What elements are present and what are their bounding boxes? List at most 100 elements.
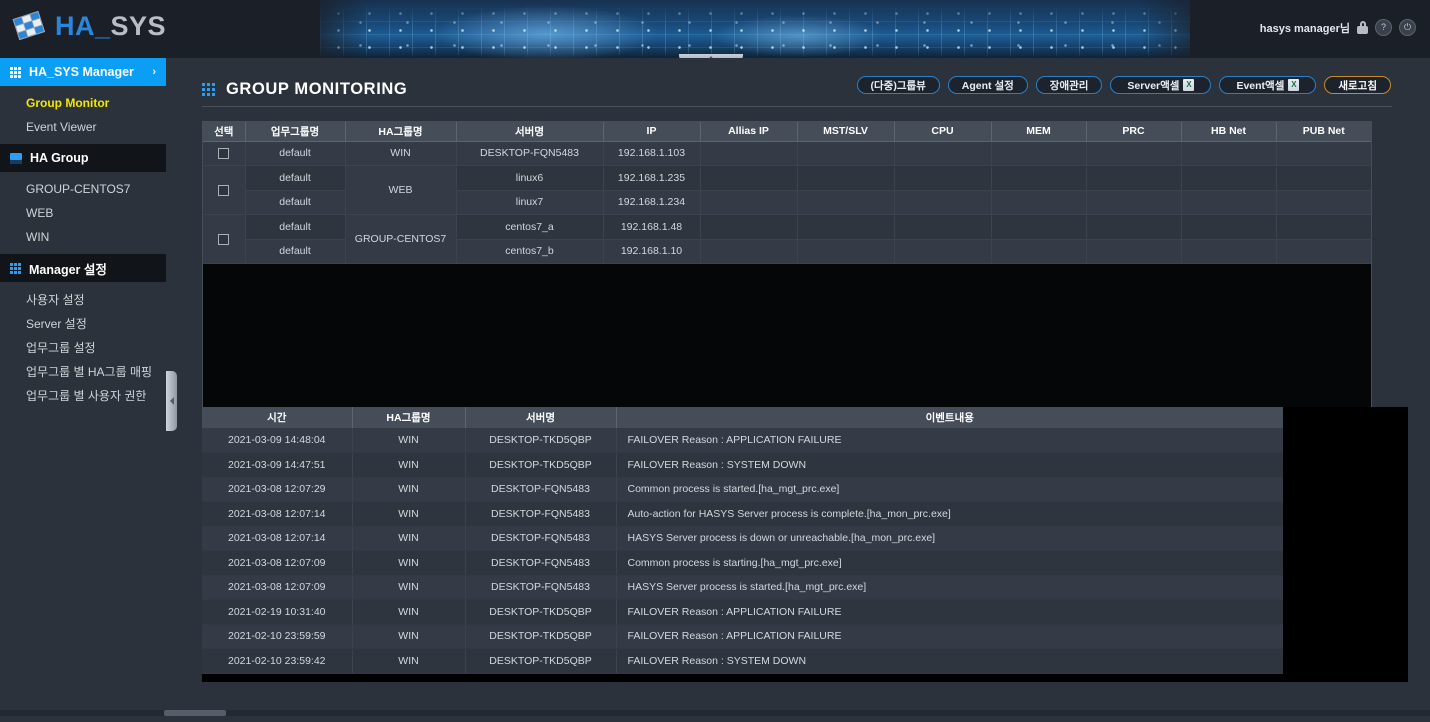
row-select-cell[interactable] — [203, 141, 246, 166]
page-title-row: GROUP MONITORING — [202, 80, 407, 99]
table-row[interactable]: 2021-03-09 14:48:04 WIN DESKTOP-TKD5QBP … — [202, 428, 1283, 453]
grid-icon — [10, 66, 21, 78]
cell-mst-slv — [797, 141, 895, 166]
col-allias-ip[interactable]: Allias IP — [700, 122, 798, 142]
cell-server: linux7 — [456, 190, 604, 215]
cell-server: DESKTOP-FQN5483 — [465, 575, 617, 600]
sidebar-item-event-viewer[interactable]: Event Viewer — [0, 115, 166, 139]
table-header-row: 시간 HA그룹명 서버명 이벤트내용 — [202, 407, 1283, 428]
cell-time: 2021-03-08 12:07:29 — [202, 477, 353, 502]
banner-fade-right — [1140, 0, 1220, 58]
row-checkbox[interactable] — [218, 233, 230, 245]
col-select[interactable]: 선택 — [203, 122, 246, 142]
sidebar-item-user-settings[interactable]: 사용자 설정 — [0, 287, 166, 311]
table-row[interactable]: default GROUP-CENTOS7 centos7_a 192.168.… — [203, 214, 1371, 264]
table-row[interactable]: default WIN DESKTOP-FQN5483 192.168.1.10… — [203, 141, 1371, 166]
cell-ha-group: GROUP-CENTOS7 — [345, 214, 457, 264]
banner-pull-tab[interactable] — [679, 54, 743, 58]
col-biz-group[interactable]: 업무그룹명 — [245, 122, 346, 142]
col-mem[interactable]: MEM — [991, 122, 1087, 142]
row-checkbox[interactable] — [218, 184, 230, 196]
sidebar-item-biz-group-settings[interactable]: 업무그룹 설정 — [0, 335, 166, 359]
button-label: 새로고침 — [1338, 79, 1377, 92]
server-excel-export-button[interactable]: Server액셀 X — [1110, 76, 1212, 94]
sidebar-item-group-monitor[interactable]: Group Monitor — [0, 91, 166, 115]
cell-time: 2021-02-19 10:31:40 — [202, 599, 353, 625]
cell-time: 2021-03-09 14:47:51 — [202, 452, 353, 478]
row-select-cell[interactable] — [203, 165, 246, 215]
cell-ha-group: WIN — [352, 624, 466, 649]
cell-pub-net — [1276, 165, 1371, 191]
cell-mem — [991, 141, 1087, 166]
col-mst-slv[interactable]: MST/SLV — [797, 122, 895, 142]
table-row[interactable]: 2021-02-19 10:31:40 WIN DESKTOP-TKD5QBP … — [202, 599, 1283, 625]
cell-server: DESKTOP-TKD5QBP — [465, 428, 617, 453]
table-row[interactable]: 2021-02-10 23:59:59 WIN DESKTOP-TKD5QBP … — [202, 624, 1283, 649]
sidebar-item-biz-group-user-permission[interactable]: 업무그룹 별 사용자 권한 — [0, 383, 166, 407]
multi-group-view-button[interactable]: (다중)그룹뷰 — [856, 76, 940, 94]
sidebar-section-manager-settings[interactable]: Manager 설정 — [0, 254, 166, 282]
sidebar-item-server-settings[interactable]: Server 설정 — [0, 311, 166, 335]
sidebar-item-group-centos7[interactable]: GROUP-CENTOS7 — [0, 177, 166, 201]
col-server[interactable]: 서버명 — [465, 407, 617, 428]
col-ha-group[interactable]: HA그룹명 — [345, 122, 457, 142]
sidebar-item-win[interactable]: WIN — [0, 225, 166, 249]
table-row[interactable]: 2021-03-08 12:07:29 WIN DESKTOP-FQN5483 … — [202, 477, 1283, 502]
cell-ha-group: WIN — [352, 648, 466, 674]
refresh-button[interactable]: 새로고침 — [1324, 76, 1391, 94]
table-row[interactable]: 2021-03-08 12:07:14 WIN DESKTOP-FQN5483 … — [202, 526, 1283, 551]
cell-ha-group: WIN — [352, 599, 466, 625]
row-checkbox[interactable] — [218, 147, 230, 159]
table-row[interactable]: 2021-03-08 12:07:09 WIN DESKTOP-FQN5483 … — [202, 575, 1283, 600]
sidebar-item-biz-group-ha-mapping[interactable]: 업무그룹 별 HA그룹 매핑 — [0, 359, 166, 383]
event-excel-export-button[interactable]: Event액셀 X — [1219, 76, 1317, 94]
cell-biz-group: default — [245, 190, 346, 215]
horizontal-scrollbar-thumb[interactable] — [164, 710, 226, 716]
agent-settings-button[interactable]: Agent 설정 — [947, 76, 1028, 94]
cell-time: 2021-03-08 12:07:09 — [202, 550, 353, 576]
col-server[interactable]: 서버명 — [456, 122, 604, 142]
cell-pub-net — [1276, 141, 1371, 166]
button-label: 장애관리 — [1049, 79, 1089, 92]
table-row[interactable]: 2021-03-08 12:07:09 WIN DESKTOP-FQN5483 … — [202, 550, 1283, 576]
table-row[interactable]: default WEB linux6 192.168.1.235 — [203, 165, 1371, 215]
table-row[interactable]: 2021-02-10 23:59:42 WIN DESKTOP-TKD5QBP … — [202, 648, 1283, 674]
sidebar-section-label: HA Group — [30, 151, 89, 165]
col-ha-group[interactable]: HA그룹명 — [352, 407, 466, 428]
col-time[interactable]: 시간 — [202, 407, 353, 428]
cell-ip: 192.168.1.10 — [603, 239, 701, 264]
sidebar-section-ha-sys-manager[interactable]: HA_SYS Manager › — [0, 58, 166, 86]
fault-management-button[interactable]: 장애관리 — [1035, 76, 1103, 94]
lock-icon[interactable] — [1357, 21, 1368, 34]
cell-server: centos7_b — [456, 239, 604, 264]
button-label: Agent 설정 — [961, 79, 1014, 92]
col-event-message[interactable]: 이벤트내용 — [616, 407, 1283, 428]
cell-server: DESKTOP-FQN5483 — [465, 501, 617, 527]
col-cpu[interactable]: CPU — [894, 122, 992, 142]
sidebar-collapse-handle[interactable] — [166, 371, 177, 431]
sidebar-item-web[interactable]: WEB — [0, 201, 166, 225]
col-pub-net[interactable]: PUB Net — [1276, 122, 1371, 142]
col-hb-net[interactable]: HB Net — [1181, 122, 1277, 142]
cell-biz-group: default — [245, 141, 346, 166]
table-row[interactable]: 2021-03-09 14:47:51 WIN DESKTOP-TKD5QBP … — [202, 452, 1283, 478]
row-select-cell[interactable] — [203, 214, 246, 264]
event-log-table: 시간 HA그룹명 서버명 이벤트내용 2021-03-09 14:48:04 W… — [202, 407, 1283, 674]
cell-ha-group: WIN — [352, 477, 466, 502]
cell-event-message: FAILOVER Reason : APPLICATION FAILURE — [616, 599, 1283, 625]
cell-mst-slv — [797, 214, 895, 240]
power-icon[interactable]: ⏻ — [1399, 19, 1416, 36]
sidebar-section-ha-group[interactable]: HA Group — [0, 144, 166, 172]
col-prc[interactable]: PRC — [1086, 122, 1182, 142]
help-icon[interactable]: ? — [1375, 19, 1392, 36]
group-monitor-panel: 선택 업무그룹명 HA그룹명 서버명 IP Allias IP MST/SLV … — [202, 121, 1372, 416]
cell-allias-ip — [700, 190, 798, 215]
cell-ha-group: WIN — [352, 452, 466, 478]
col-ip[interactable]: IP — [603, 122, 701, 142]
sidebar-section-label: Manager 설정 — [29, 262, 107, 277]
cell-time: 2021-03-08 12:07:09 — [202, 575, 353, 600]
cell-server: DESKTOP-TKD5QBP — [465, 599, 617, 625]
app-logo[interactable]: HA_SYS — [12, 9, 166, 43]
cell-event-message: Common process is started.[ha_mgt_prc.ex… — [616, 477, 1283, 502]
table-row[interactable]: 2021-03-08 12:07:14 WIN DESKTOP-FQN5483 … — [202, 501, 1283, 527]
